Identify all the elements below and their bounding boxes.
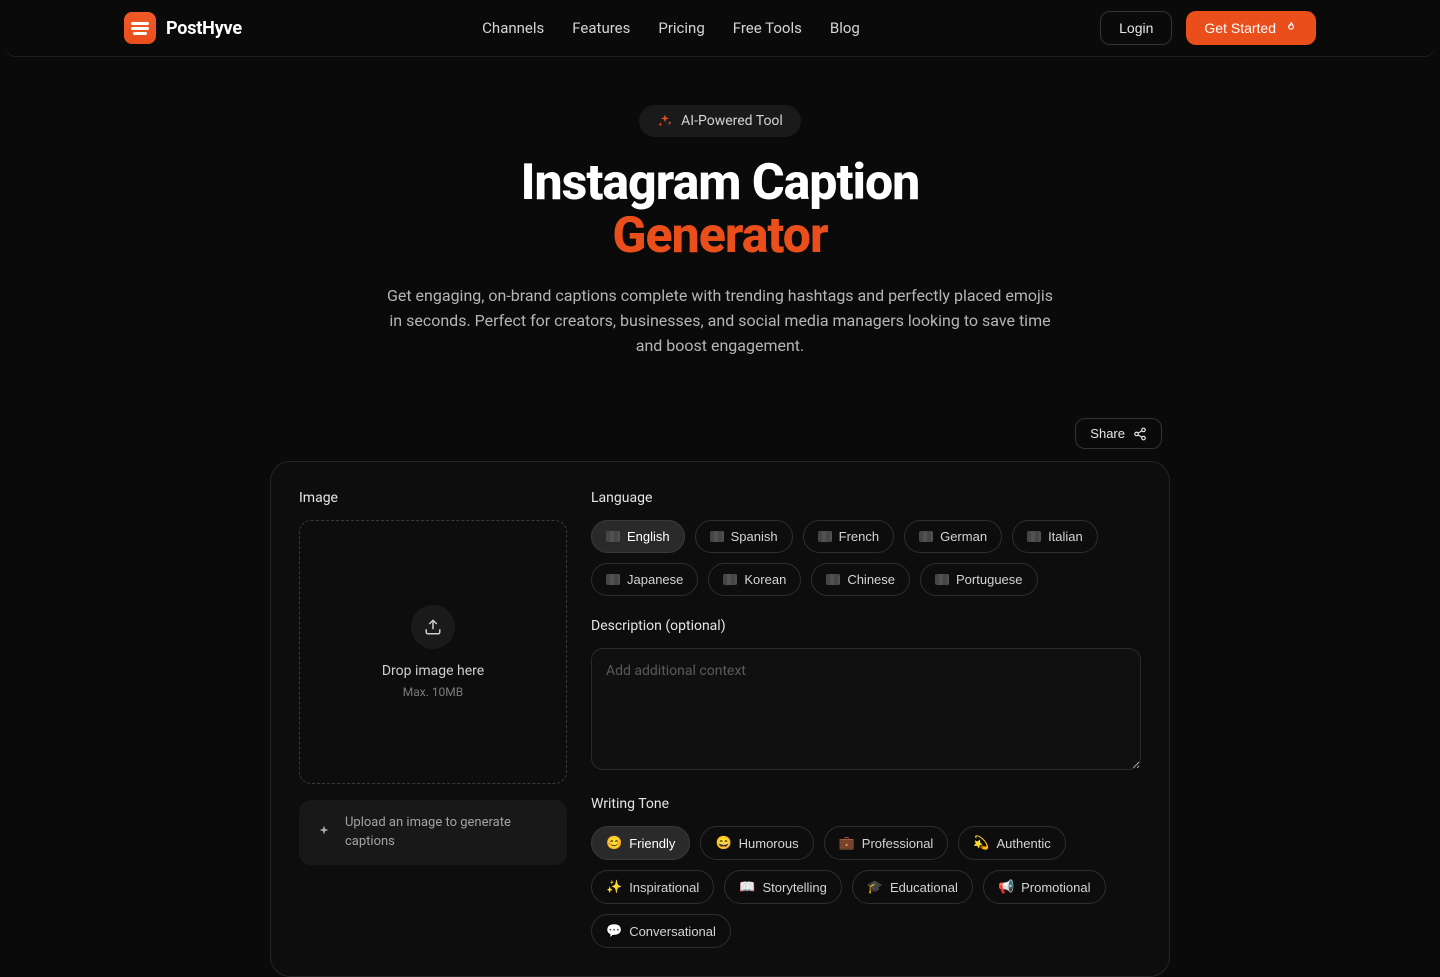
lang-label: Japanese [627, 572, 683, 587]
image-label: Image [299, 490, 567, 506]
emoji-icon: ✨ [606, 879, 622, 895]
tone-label-text: Authentic [997, 836, 1051, 851]
brand-name: PostHyve [166, 18, 242, 39]
tone-label-text: Friendly [629, 836, 675, 851]
emoji-icon: 😊 [606, 835, 622, 851]
nav-blog[interactable]: Blog [830, 19, 860, 37]
login-button[interactable]: Login [1100, 11, 1172, 45]
sparkle-icon [657, 113, 673, 129]
image-column: Image Drop image here Max. 10MB Upload a… [299, 490, 567, 948]
nav-freetools[interactable]: Free Tools [733, 19, 802, 37]
emoji-icon: 💬 [606, 923, 622, 939]
nav-pricing[interactable]: Pricing [658, 19, 704, 37]
dropzone-secondary: Max. 10MB [403, 685, 464, 699]
flag-icon [1027, 531, 1041, 542]
flag-icon [935, 574, 949, 585]
share-icon [1133, 427, 1147, 441]
flag-icon [606, 574, 620, 585]
upload-icon [424, 618, 442, 636]
tone-professional[interactable]: 💼 Professional [824, 826, 949, 860]
image-dropzone[interactable]: Drop image here Max. 10MB [299, 520, 567, 784]
emoji-icon: 📢 [998, 879, 1014, 895]
tone-label-text: Promotional [1021, 880, 1090, 895]
tone-label-text: Conversational [629, 924, 716, 939]
emoji-icon: 📖 [739, 879, 755, 895]
lang-chinese[interactable]: Chinese [811, 563, 910, 596]
nav-channels[interactable]: Channels [482, 19, 544, 37]
title-line1: Instagram Caption [521, 154, 920, 212]
share-button[interactable]: Share [1075, 418, 1162, 449]
tone-inspirational[interactable]: ✨ Inspirational [591, 870, 714, 904]
top-header: PostHyve Channels Features Pricing Free … [4, 0, 1436, 57]
emoji-icon: 💼 [839, 835, 855, 851]
hero-subtitle: Get engaging, on-brand captions complete… [380, 284, 1060, 358]
flag-icon [710, 531, 724, 542]
header-actions: Login Get Started [1100, 11, 1316, 45]
badge-label: AI-Powered Tool [681, 113, 783, 129]
logo-mark-icon [124, 12, 156, 44]
emoji-icon: 🎓 [867, 879, 883, 895]
upload-icon-circle [411, 605, 455, 649]
emoji-icon: 💫 [973, 835, 989, 851]
tone-label-text: Humorous [739, 836, 799, 851]
tone-label-text: Inspirational [629, 880, 699, 895]
lang-portuguese[interactable]: Portuguese [920, 563, 1038, 596]
emoji-icon: 😄 [715, 835, 731, 851]
language-options: English Spanish French German Italian Ja… [591, 520, 1141, 596]
lang-label: Spanish [731, 529, 778, 544]
lang-label: Chinese [847, 572, 895, 587]
tone-options: 😊 Friendly 😄 Humorous 💼 Professional 💫 Authe… [591, 826, 1141, 948]
lang-label: German [940, 529, 987, 544]
description-input[interactable] [591, 648, 1141, 770]
ai-badge: AI-Powered Tool [639, 105, 801, 137]
tone-educational[interactable]: 🎓 Educational [852, 870, 973, 904]
hero-section: AI-Powered Tool Instagram Caption Genera… [0, 57, 1440, 386]
lang-label: Korean [744, 572, 786, 587]
flag-icon [818, 531, 832, 542]
lang-spanish[interactable]: Spanish [695, 520, 793, 553]
tone-label-text: Professional [862, 836, 934, 851]
tone-label-text: Educational [890, 880, 958, 895]
tone-promotional[interactable]: 📢 Promotional [983, 870, 1106, 904]
lang-italian[interactable]: Italian [1012, 520, 1098, 553]
tone-label-text: Storytelling [762, 880, 826, 895]
flag-icon [919, 531, 933, 542]
tone-authentic[interactable]: 💫 Authentic [958, 826, 1065, 860]
description-label: Description (optional) [591, 618, 1141, 634]
flame-icon [1284, 21, 1298, 35]
brand-logo[interactable]: PostHyve [124, 12, 242, 44]
lang-german[interactable]: German [904, 520, 1002, 553]
lang-english[interactable]: English [591, 520, 685, 553]
get-started-button[interactable]: Get Started [1186, 11, 1316, 45]
dropzone-primary: Drop image here [382, 663, 484, 679]
flag-icon [826, 574, 840, 585]
share-row: Share [270, 418, 1170, 449]
lang-korean[interactable]: Korean [708, 563, 801, 596]
flag-icon [723, 574, 737, 585]
flag-icon [606, 531, 620, 542]
upload-hint-text: Upload an image to generate captions [345, 814, 551, 850]
sparkles-icon [315, 824, 333, 842]
lang-french[interactable]: French [803, 520, 894, 553]
tone-storytelling[interactable]: 📖 Storytelling [724, 870, 842, 904]
tone-conversational[interactable]: 💬 Conversational [591, 914, 731, 948]
title-line2: Generator [0, 210, 1440, 263]
lang-label: Italian [1048, 529, 1083, 544]
page-title: Instagram Caption Generator [0, 157, 1440, 262]
tone-friendly[interactable]: 😊 Friendly [591, 826, 690, 860]
options-column: Language English Spanish French German I… [591, 490, 1141, 948]
nav-features[interactable]: Features [572, 19, 630, 37]
lang-label: Portuguese [956, 572, 1023, 587]
lang-label: English [627, 529, 670, 544]
tone-label: Writing Tone [591, 796, 1141, 812]
lang-japanese[interactable]: Japanese [591, 563, 698, 596]
get-started-label: Get Started [1204, 20, 1276, 36]
primary-nav: Channels Features Pricing Free Tools Blo… [482, 19, 860, 37]
upload-hint: Upload an image to generate captions [299, 800, 567, 864]
language-label: Language [591, 490, 1141, 506]
lang-label: French [839, 529, 879, 544]
share-label: Share [1090, 426, 1125, 441]
tone-humorous[interactable]: 😄 Humorous [700, 826, 813, 860]
